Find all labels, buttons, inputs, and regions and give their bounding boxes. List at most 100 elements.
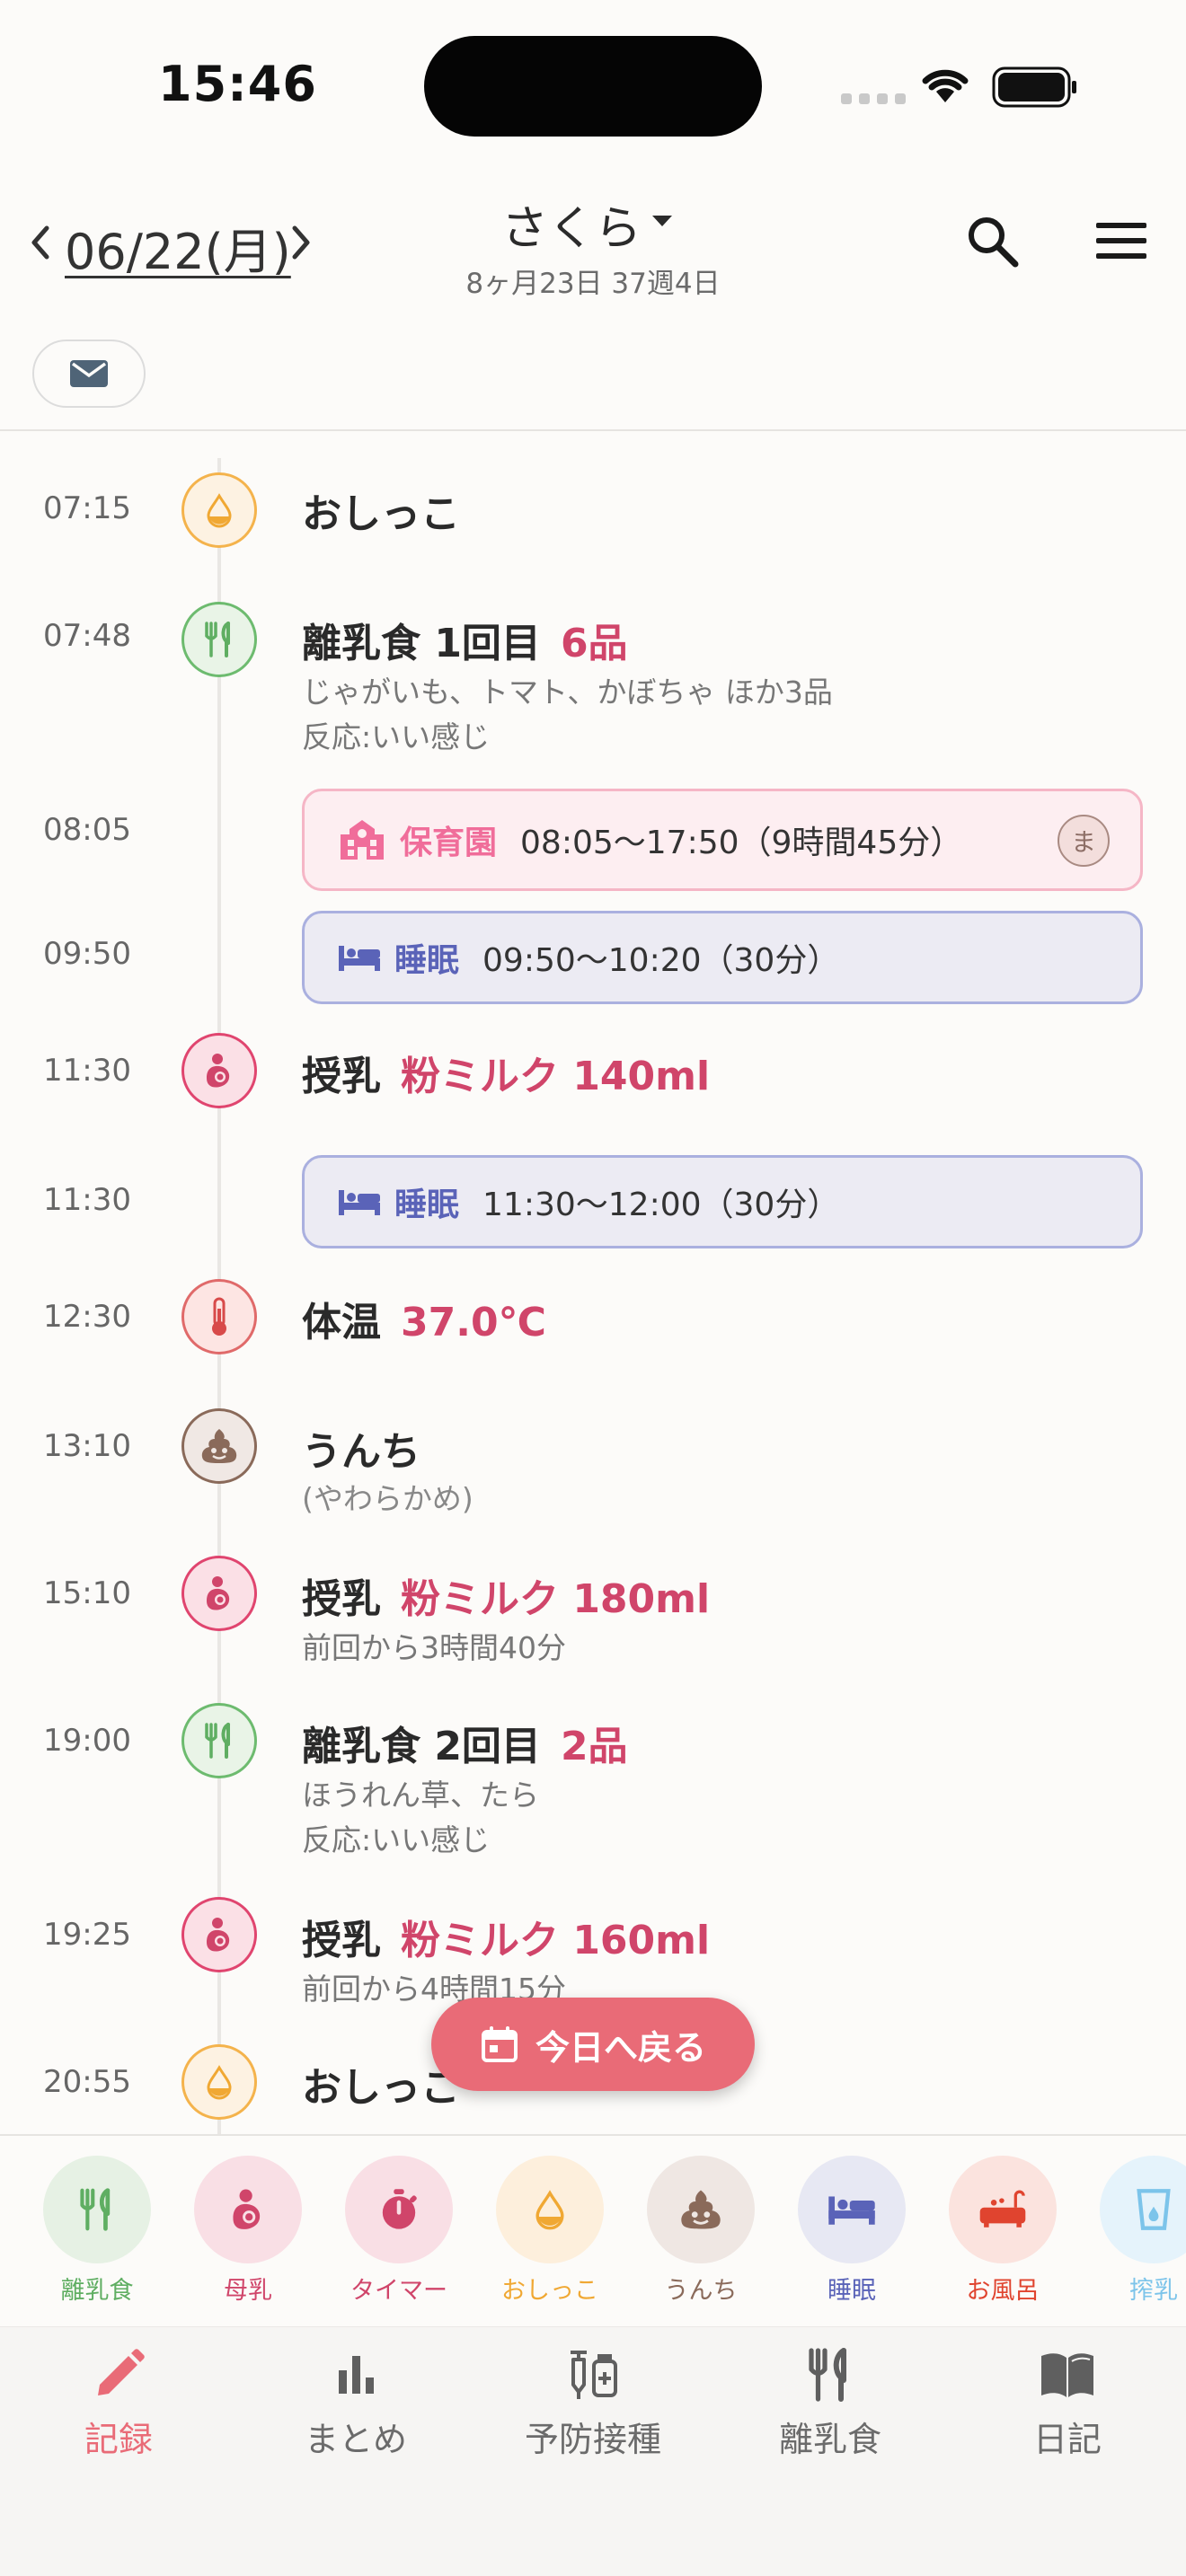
quick-sleep-button[interactable]: 睡眠 [776,2156,927,2306]
calendar-icon [481,2026,518,2062]
event-time: 11:30 [43,1053,131,1089]
quick-poop-button[interactable]: うんち [625,2156,776,2306]
status-bar: 15:46 [0,0,1186,171]
bar-chart-icon [339,2356,374,2394]
fork-knife-icon [809,2348,846,2402]
event-accent: 粉ミルク 160ml [401,1918,711,1963]
poop-icon [681,2190,721,2229]
sleep-label: 睡眠 [394,942,460,979]
quick-pee-button[interactable]: おしっこ [474,2156,625,2306]
list-item[interactable]: 授乳 粉ミルク 180ml [302,1566,710,1624]
event-reaction: 反応:いい感じ [302,1822,491,1857]
cup-icon [1137,2189,1171,2230]
event-accent: 粉ミルク 180ml [401,1576,711,1622]
quick-action-label: 搾乳 [1129,2277,1178,2305]
date-selector[interactable]: 06/22(月) [65,212,291,283]
quick-action-label: 母乳 [224,2277,272,2305]
sleep-record[interactable]: 睡眠 09:50〜10:20（30分） [302,911,1143,1004]
mail-button[interactable] [32,340,146,408]
nav-diary[interactable]: 日記 [949,2345,1186,2461]
back-to-today-label: 今日へ戻る [535,2027,706,2068]
event-title: 授乳 [302,1054,381,1099]
nursery-record[interactable]: 保育園 08:05〜17:50（9時間45分） ま [302,789,1143,891]
droplet-icon [181,472,257,548]
chevron-left-icon[interactable] [22,216,58,269]
quick-action-bar: 離乳食 母乳 タイマー おしっこ うんち 睡眠 お風呂 搾乳 [0,2134,1186,2326]
event-time: 11:30 [43,1182,131,1218]
event-time: 15:10 [43,1575,131,1611]
quick-timer-button[interactable]: タイマー [323,2156,474,2306]
battery-icon [992,66,1076,108]
search-icon[interactable] [961,210,1024,273]
event-detail: (やわらかめ) [302,1481,474,1516]
quick-breastfeed-button[interactable]: 母乳 [173,2156,323,2306]
quick-baby-food-button[interactable]: 離乳食 [22,2156,173,2306]
quick-action-label: タイマー [350,2277,447,2305]
sleep-detail: 11:30〜12:00（30分） [482,1187,840,1223]
quick-action-label: 睡眠 [828,2277,876,2305]
back-to-today-button[interactable]: 今日へ戻る [431,1998,755,2091]
droplet-icon [535,2190,564,2230]
list-item[interactable]: おしっこ [302,481,460,539]
event-accent: 粉ミルク 140ml [401,1054,711,1099]
nav-label: まとめ [304,2420,407,2459]
nursing-icon [181,1033,257,1108]
fork-knife-icon [80,2188,111,2231]
nav-label: 日記 [1032,2420,1102,2459]
list-item[interactable]: 授乳 粉ミルク 160ml [302,1908,710,1965]
nav-baby-food[interactable]: 離乳食 [712,2345,949,2461]
nav-label: 予防接種 [524,2420,661,2459]
bed-icon [339,946,380,971]
quick-action-label: うんち [664,2277,738,2305]
nursery-label: 保育園 [400,825,498,861]
event-reaction: 反応:いい感じ [302,719,491,754]
bed-icon [339,1190,380,1215]
caret-down-icon[interactable] [651,214,674,228]
event-time: 19:25 [43,1917,131,1953]
list-item[interactable]: 授乳 粉ミルク 140ml [302,1044,710,1101]
list-item[interactable]: 離乳食 1回目 6品 [302,611,628,668]
event-accent: 37.0℃ [401,1300,546,1345]
nav-label: 離乳食 [778,2420,881,2459]
dynamic-island [424,36,762,137]
open-book-icon [1041,2353,1093,2397]
quick-action-label: 離乳食 [60,2277,134,2305]
quick-pump-button[interactable]: 搾乳 [1078,2156,1186,2306]
event-detail: じゃがいも、トマト、かぼちゃ ほか3品 [302,675,833,710]
event-interval: 前回から3時間40分 [302,1630,566,1665]
cellular-signal-icon [841,93,906,104]
fork-knife-icon [181,1703,257,1778]
hamburger-menu-icon[interactable] [1091,214,1154,268]
event-time: 07:15 [43,490,131,526]
sleep-record[interactable]: 睡眠 11:30〜12:00（30分） [302,1155,1143,1248]
event-detail: ほうれん草、たら [302,1778,539,1813]
chevron-right-icon[interactable] [284,216,320,269]
stopwatch-icon [382,2189,417,2229]
list-item[interactable]: 体温 37.0℃ [302,1290,546,1347]
quick-action-label: お風呂 [966,2277,1040,2305]
event-title: 授乳 [302,1918,381,1963]
nav-record[interactable]: 記録 [0,2345,237,2461]
event-time: 13:10 [43,1428,131,1464]
nursery-detail: 08:05〜17:50（9時間45分） [520,825,963,861]
event-accent: 2品 [560,1724,628,1769]
child-selector[interactable]: さくら [501,190,642,258]
event-time: 12:30 [43,1299,131,1335]
sleep-detail: 09:50〜10:20（30分） [482,942,840,979]
thermometer-icon [181,1279,257,1354]
event-accent: 6品 [560,621,628,666]
wifi-icon [922,69,969,102]
school-icon [341,820,384,860]
child-age: 8ヶ月23日 37週4日 [465,268,721,300]
quick-action-label: おしっこ [501,2277,598,2305]
nav-vaccination[interactable]: 予防接種 [474,2345,712,2461]
bed-icon [828,2196,875,2225]
quick-bath-button[interactable]: お風呂 [927,2156,1078,2306]
nav-summary[interactable]: まとめ [237,2345,474,2461]
vaccine-icon [571,2351,617,2399]
avatar: ま [1058,815,1110,867]
nav-label: 記録 [84,2420,153,2459]
event-time: 07:48 [43,618,131,654]
list-item[interactable]: 離乳食 2回目 2品 [302,1714,628,1771]
list-item[interactable]: うんち [302,1419,420,1477]
